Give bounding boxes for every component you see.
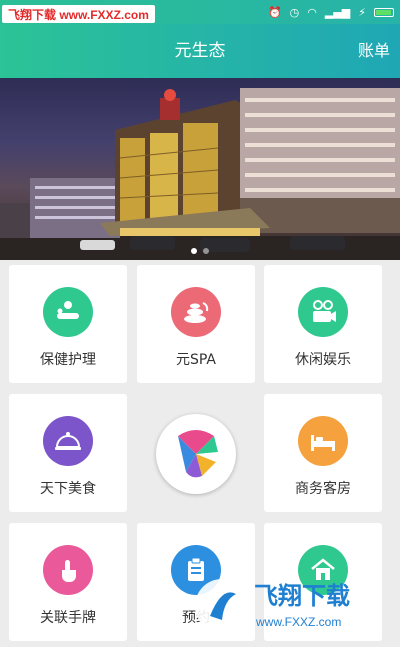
watermark-logo: 飞翔下载 www.FXXZ.com bbox=[2, 5, 155, 23]
app-bar: 元生态 账单 bbox=[0, 24, 400, 78]
center-logo-tile[interactable] bbox=[137, 394, 255, 512]
food-cloche-icon bbox=[43, 416, 93, 466]
tile-label: 关联手牌 bbox=[40, 610, 96, 626]
massage-icon bbox=[43, 287, 93, 337]
tile-linked-wristband[interactable]: 关联手牌 bbox=[9, 523, 127, 641]
charging-icon: ⚡ bbox=[358, 5, 366, 19]
hotel-photo bbox=[0, 88, 400, 260]
tile-label: 元SPA bbox=[175, 352, 216, 368]
tile-label: 天下美食 bbox=[40, 481, 96, 497]
tile-leisure[interactable]: 休闲娱乐 bbox=[264, 265, 382, 383]
alarm-icon: ⏰ bbox=[267, 5, 282, 19]
tile-business-room[interactable]: 商务客房 bbox=[264, 394, 382, 512]
watermark-url: www.FXXZ.com bbox=[255, 615, 341, 629]
bed-icon bbox=[298, 416, 348, 466]
battery-icon bbox=[374, 7, 394, 17]
bill-button[interactable]: 账单 bbox=[358, 24, 390, 78]
tile-label: 休闲娱乐 bbox=[295, 352, 351, 368]
carousel-dot[interactable] bbox=[191, 248, 197, 254]
signal-icon: ▂▄▆ bbox=[324, 5, 351, 19]
banner-carousel[interactable] bbox=[0, 78, 400, 260]
projector-icon bbox=[298, 287, 348, 337]
carousel-dot[interactable] bbox=[203, 248, 209, 254]
tile-cuisine[interactable]: 天下美食 bbox=[9, 394, 127, 512]
spa-stones-icon bbox=[171, 287, 221, 337]
hand-tap-icon bbox=[43, 545, 93, 595]
app-logo-icon bbox=[156, 414, 236, 494]
watermark-title: 飞翔下载 bbox=[254, 582, 350, 610]
tile-label: 商务客房 bbox=[295, 481, 351, 497]
clock-icon: ◷ bbox=[289, 5, 300, 19]
tile-health-care[interactable]: 保健护理 bbox=[9, 265, 127, 383]
page-title: 元生态 bbox=[174, 41, 226, 61]
watermark-overlay: 飞翔下载 www.FXXZ.com bbox=[192, 576, 397, 636]
carousel-indicator bbox=[0, 248, 400, 254]
wifi-icon: ◠ bbox=[307, 5, 317, 19]
tile-spa[interactable]: 元SPA bbox=[137, 265, 255, 383]
tile-label: 保健护理 bbox=[40, 352, 96, 368]
